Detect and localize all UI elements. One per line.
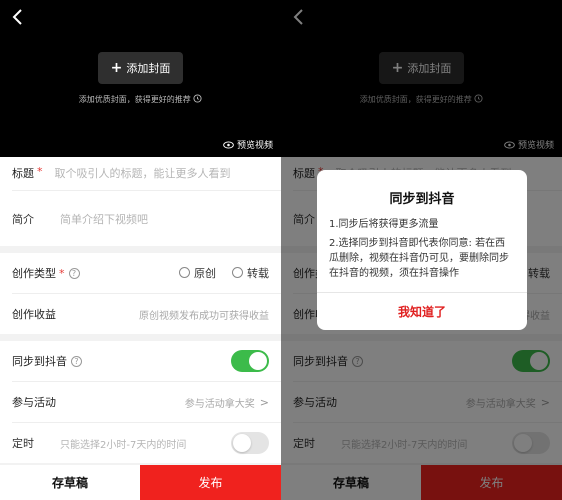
preview-label: 预览视频 xyxy=(236,141,273,151)
toggle-knob xyxy=(233,434,251,452)
chevron-left-icon[interactable] xyxy=(8,6,30,28)
add-cover-button[interactable]: + 添加封面 xyxy=(98,52,183,84)
dialog-line-2: 2.选择同步到抖音即代表你同意: 若在西瓜删除，视频在抖音仍可见，要删除同步在抖… xyxy=(329,238,509,279)
publish-screen: + 添加封面 添加优质封面，获得更好的推荐 预览视频 标题 * 取个吸引人的标题… xyxy=(0,0,281,500)
timing-row: 定时 只能选择2小时-7天内的时间 xyxy=(0,423,281,463)
activity-text: 参与活动拿大奖 xyxy=(184,398,255,410)
cover-tip: 添加优质封面，获得更好的推荐 xyxy=(0,94,281,105)
sync-douyin-dialog: 同步到抖音 1.同步后将获得更多流量 2.选择同步到抖音即代表你同意: 若在西瓜… xyxy=(317,170,527,330)
income-row: 创作收益 原创视频发布成功可获得收益 xyxy=(0,294,281,334)
info-clock-icon[interactable] xyxy=(193,94,202,103)
type-income-card: 创作类型 * ? 原创 转载 创作收益 原创视频发布成功可获得收益 xyxy=(0,253,281,334)
toggle-knob xyxy=(249,352,267,370)
timing-toggle[interactable] xyxy=(231,432,269,454)
intro-label: 简介 xyxy=(12,212,34,226)
dialog-title: 同步到抖音 xyxy=(389,192,455,207)
options-card: 同步到抖音 ? 参与活动 参与活动拿大奖 > 定时 只能选择2小时-7天内的时间 xyxy=(0,341,281,463)
publish-screen-with-dialog: + 添加封面 添加优质封面，获得更好的推荐 预览视频 标题 * 取个吸引人的标题… xyxy=(281,0,562,500)
sync-label: 同步到抖音 xyxy=(12,355,67,368)
type-options: 原创 转载 xyxy=(179,265,269,281)
plus-icon: + xyxy=(110,60,123,76)
dialog-line-1: 1.同步后将获得更多流量 xyxy=(329,219,439,230)
intro-placeholder: 简单介绍下视频吧 xyxy=(60,212,148,226)
required-mark: * xyxy=(37,165,43,178)
title-intro-card: 标题 * 取个吸引人的标题，能让更多人看到 简介 简单介绍下视频吧 xyxy=(0,157,281,246)
publish-button[interactable]: 发布 xyxy=(140,465,281,500)
title-field[interactable]: 标题 * 取个吸引人的标题，能让更多人看到 xyxy=(0,157,281,190)
required-mark: * xyxy=(59,266,65,280)
help-icon[interactable]: ? xyxy=(71,355,82,367)
type-label: 创作类型 xyxy=(12,267,56,280)
sync-douyin-row: 同步到抖音 ? xyxy=(0,341,281,381)
activity-row[interactable]: 参与活动 参与活动拿大奖 > xyxy=(0,382,281,422)
help-icon[interactable]: ? xyxy=(68,267,80,279)
chevron-right-icon: > xyxy=(259,395,269,409)
intro-field[interactable]: 简介 简单介绍下视频吧 xyxy=(0,191,281,246)
radio-original[interactable]: 原创 xyxy=(179,265,216,281)
radio-repost[interactable]: 转载 xyxy=(232,265,269,281)
save-draft-button[interactable]: 存草稿 xyxy=(0,465,140,500)
add-cover-label: 添加封面 xyxy=(126,62,171,75)
video-cover-area: + 添加封面 添加优质封面，获得更好的推荐 预览视频 xyxy=(0,0,281,157)
publish-form: 标题 * 取个吸引人的标题，能让更多人看到 简介 简单介绍下视频吧 创作类型 *… xyxy=(0,157,281,463)
radio-icon xyxy=(232,267,243,278)
income-label: 创作收益 xyxy=(12,308,56,321)
preview-video-button[interactable]: 预览视频 xyxy=(223,138,273,151)
bottom-bar: 存草稿 发布 xyxy=(0,465,281,500)
got-it-button[interactable]: 我知道了 xyxy=(317,293,527,330)
income-text: 原创视频发布成功可获得收益 xyxy=(139,310,269,322)
dialog-body: 1.同步后将获得更多流量 2.选择同步到抖音即代表你同意: 若在西瓜删除，视频在… xyxy=(317,207,527,281)
radio-icon xyxy=(179,267,190,278)
eye-icon xyxy=(223,141,234,148)
timing-text: 只能选择2小时-7天内的时间 xyxy=(60,439,187,451)
activity-label: 参与活动 xyxy=(12,396,56,409)
title-label: 标题 xyxy=(12,167,34,180)
creation-type-row: 创作类型 * ? 原创 转载 xyxy=(0,253,281,293)
title-placeholder: 取个吸引人的标题，能让更多人看到 xyxy=(54,167,231,180)
sync-toggle[interactable] xyxy=(231,350,269,372)
timing-label: 定时 xyxy=(12,437,34,450)
